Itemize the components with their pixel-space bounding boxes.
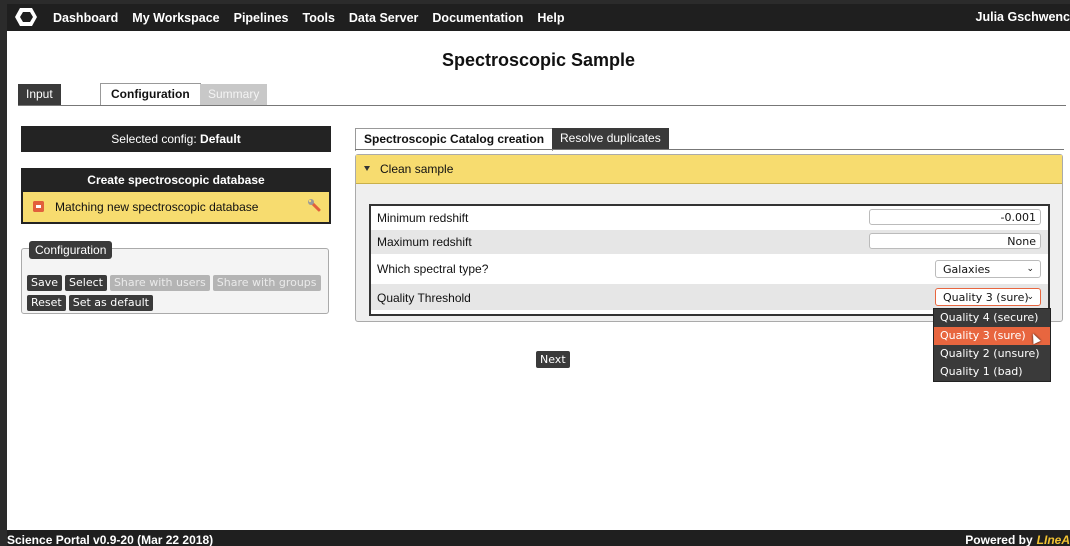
clean-sample-form: Minimum redshift -0.001 Maximum redshift…: [369, 204, 1050, 316]
nav-item-tools[interactable]: Tools: [303, 11, 335, 25]
config-buttons-row1: Save Select Share with users Share with …: [27, 275, 324, 291]
reset-button[interactable]: Reset: [27, 295, 66, 311]
max-redshift-input[interactable]: None: [869, 233, 1041, 249]
quality-threshold-select[interactable]: Quality 3 (sure) ⌄: [935, 288, 1041, 306]
matching-database-label: Matching new spectroscopic database: [55, 200, 259, 214]
user-menu[interactable]: Julia Gschwenc: [976, 4, 1070, 31]
selected-config-prefix: Selected config:: [111, 132, 201, 146]
config-buttons-row2: Reset Set as default: [27, 295, 156, 311]
nav-item-data-server[interactable]: Data Server: [349, 11, 419, 25]
clean-sample-header[interactable]: Clean sample: [356, 155, 1062, 184]
spectral-type-label: Which spectral type?: [377, 262, 489, 276]
tabs-divider: [18, 105, 1066, 106]
tab-spectroscopic-catalog-creation[interactable]: Spectroscopic Catalog creation: [355, 128, 554, 151]
footer: Science Portal v0.9-20 (Mar 22 2018) Pow…: [7, 530, 1070, 546]
select-button[interactable]: Select: [65, 275, 107, 291]
min-redshift-label: Minimum redshift: [377, 211, 469, 225]
dropdown-option[interactable]: Quality 4 (secure): [934, 309, 1050, 327]
selected-config-value: Default: [200, 132, 241, 146]
powered-by-label: Powered by: [965, 533, 1033, 546]
app: Dashboard My Workspace Pipelines Tools D…: [7, 4, 1070, 546]
nav-item-my-workspace[interactable]: My Workspace: [132, 11, 219, 25]
min-redshift-row: Minimum redshift -0.001: [371, 206, 1048, 230]
nav-menu: Dashboard My Workspace Pipelines Tools D…: [53, 4, 578, 31]
spectral-type-value: Galaxies: [943, 263, 991, 276]
nav-item-pipelines[interactable]: Pipelines: [234, 11, 289, 25]
quality-threshold-value: Quality 3 (sure): [943, 291, 1029, 304]
dropdown-option[interactable]: Quality 1 (bad): [934, 363, 1050, 381]
configuration-legend: Configuration: [29, 241, 113, 259]
quality-threshold-label: Quality Threshold: [377, 291, 471, 305]
tab-summary[interactable]: Summary: [200, 84, 268, 105]
selected-config-bar: Selected config: Default: [21, 126, 331, 152]
app-logo-icon[interactable]: [15, 7, 37, 27]
clean-sample-label: Clean sample: [380, 162, 454, 176]
nav-item-help[interactable]: Help: [537, 11, 564, 25]
spectral-type-row: Which spectral type? Galaxies ⌄: [371, 254, 1048, 284]
share-with-groups-button[interactable]: Share with groups: [212, 275, 321, 291]
matching-database-item[interactable]: Matching new spectroscopic database: [21, 192, 331, 224]
tab-input-data[interactable]: Input Data: [18, 84, 61, 122]
version-label: Science Portal v0.9-20 (Mar 22 2018): [7, 533, 214, 546]
subtabs-divider: [355, 149, 1064, 150]
save-button[interactable]: Save: [27, 275, 63, 291]
page-title: Spectroscopic Sample: [441, 50, 636, 70]
wrench-icon[interactable]: [307, 198, 323, 214]
set-as-default-button[interactable]: Set as default: [68, 295, 153, 311]
tab-resolve-duplicates[interactable]: Resolve duplicates: [552, 128, 669, 149]
next-button[interactable]: Next: [536, 351, 570, 368]
share-with-users-button[interactable]: Share with users: [109, 275, 210, 291]
spectral-type-select[interactable]: Galaxies ⌄: [935, 260, 1041, 278]
max-redshift-row: Maximum redshift None: [371, 230, 1048, 254]
tab-configuration[interactable]: Configuration: [100, 83, 201, 106]
create-database-header: Create spectroscopic database: [21, 168, 331, 192]
nav-item-dashboard[interactable]: Dashboard: [53, 11, 118, 25]
dropdown-option[interactable]: Quality 2 (unsure): [934, 345, 1050, 363]
quality-threshold-row: Quality Threshold Quality 3 (sure) ⌄: [371, 284, 1048, 310]
matching-checkbox[interactable]: [33, 201, 44, 212]
powered-by: Powered by LIneA: [965, 530, 1070, 546]
max-redshift-label: Maximum redshift: [377, 235, 472, 249]
chevron-down-icon: ⌄: [1026, 292, 1034, 302]
brand-logo[interactable]: LIneA: [1037, 533, 1070, 546]
min-redshift-input[interactable]: -0.001: [869, 209, 1041, 225]
chevron-down-icon: ⌄: [1026, 264, 1034, 274]
collapse-triangle-icon: [364, 166, 370, 171]
quality-threshold-dropdown: Quality 4 (secure) Quality 3 (sure) Qual…: [933, 308, 1051, 382]
nav-item-documentation[interactable]: Documentation: [432, 11, 523, 25]
top-navbar: Dashboard My Workspace Pipelines Tools D…: [7, 4, 1070, 31]
